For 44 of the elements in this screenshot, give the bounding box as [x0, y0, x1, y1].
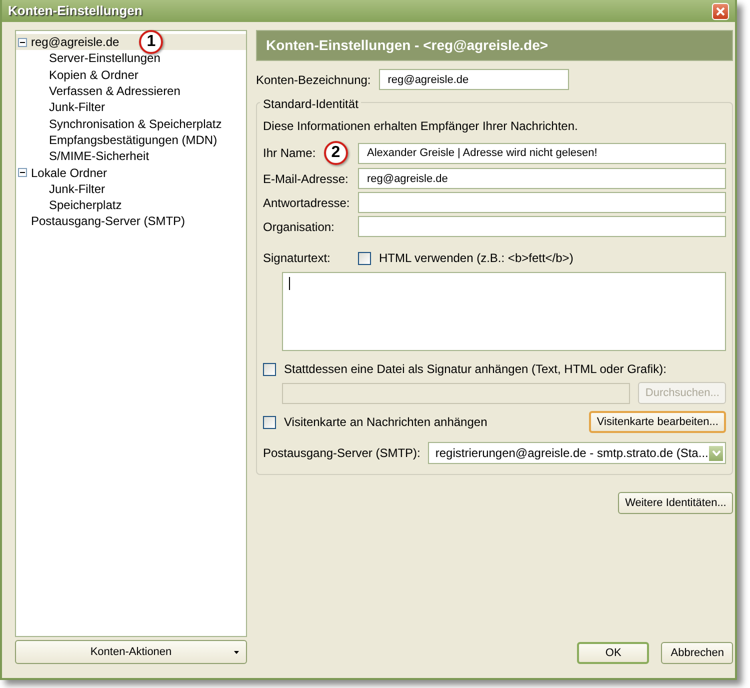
input-field[interactable]: [358, 216, 726, 237]
field-label: Ihr Name:: [263, 145, 316, 162]
field-label: Konten-Bezeichnung:: [256, 72, 371, 88]
panel-header: Konten-Einstellungen - <reg@agreisle.de>: [256, 30, 734, 61]
more-identities-button[interactable]: Weitere Identitäten...: [618, 492, 734, 514]
tree-item[interactable]: S/MIME-Sicherheit: [16, 148, 246, 164]
close-button[interactable]: [712, 2, 729, 20]
account-actions-button[interactable]: Konten-Aktionen: [15, 640, 247, 664]
tree-item[interactable]: Speicherplatz: [16, 196, 246, 214]
input-field[interactable]: reg@agreisle.de: [378, 69, 569, 90]
field-label: Signaturtext:: [263, 251, 330, 265]
smtp-dropdown[interactable]: registrierungen@agreisle.de - smtp.strato.de (Sta...: [428, 442, 726, 464]
checkbox-label[interactable]: HTML verwenden (z.B.: <b>fett</b>): [379, 249, 574, 267]
checkbox-label[interactable]: Visitenkarte an Nachrichten anhängen: [284, 413, 488, 431]
caret-icon: [234, 651, 239, 654]
expander-icon[interactable]: [18, 38, 27, 47]
checkbox[interactable]: [263, 416, 276, 428]
field-label: Organisation:: [263, 218, 334, 236]
tree-item[interactable]: Postausgang-Server (SMTP): [16, 213, 246, 230]
description-text: Diese Informationen erhalten Empfänger Ihrer Nachrichten.: [263, 118, 579, 135]
tree-item[interactable]: Synchronisation & Speicherplatz: [16, 115, 246, 132]
tree-item[interactable]: Kopien & Ordner: [16, 66, 246, 83]
tree-item[interactable]: Junk-Filter: [16, 99, 246, 116]
input-field[interactable]: [358, 192, 726, 213]
checkbox-label[interactable]: Stattdessen eine Datei als Signatur anhängen (Text, HTML oder Grafik):: [284, 360, 666, 378]
close-icon[interactable]: [715, 6, 726, 16]
dialog-button[interactable]: Abbrechen: [661, 642, 734, 664]
callout-marker: 2: [324, 141, 348, 165]
tree-item[interactable]: Junk-Filter: [16, 180, 246, 197]
field-label: E-Mail-Adresse:: [263, 170, 348, 188]
field-label: Antwortadresse:: [263, 194, 350, 212]
input-field[interactable]: reg@agreisle.de: [358, 168, 726, 189]
edit-vcard-button[interactable]: Visitenkarte bearbeiten...: [588, 411, 726, 433]
tree-item[interactable]: Lokale Ordner: [16, 164, 246, 181]
checkbox[interactable]: [358, 252, 371, 264]
window-title: Konten-Einstellungen: [8, 2, 142, 20]
field-label: Postausgang-Server (SMTP):: [263, 445, 420, 462]
expander-icon[interactable]: [18, 168, 27, 178]
callout-marker: 1: [139, 30, 164, 54]
tree-item[interactable]: Verfassen & Adressieren: [16, 82, 246, 100]
checkbox[interactable]: [263, 362, 276, 376]
dialog-button[interactable]: OK: [577, 642, 650, 664]
tree-item[interactable]: Empfangsbestätigungen (MDN): [16, 132, 246, 148]
input-field[interactable]: Alexander Greisle | Adresse wird nicht gelesen!: [358, 142, 726, 164]
